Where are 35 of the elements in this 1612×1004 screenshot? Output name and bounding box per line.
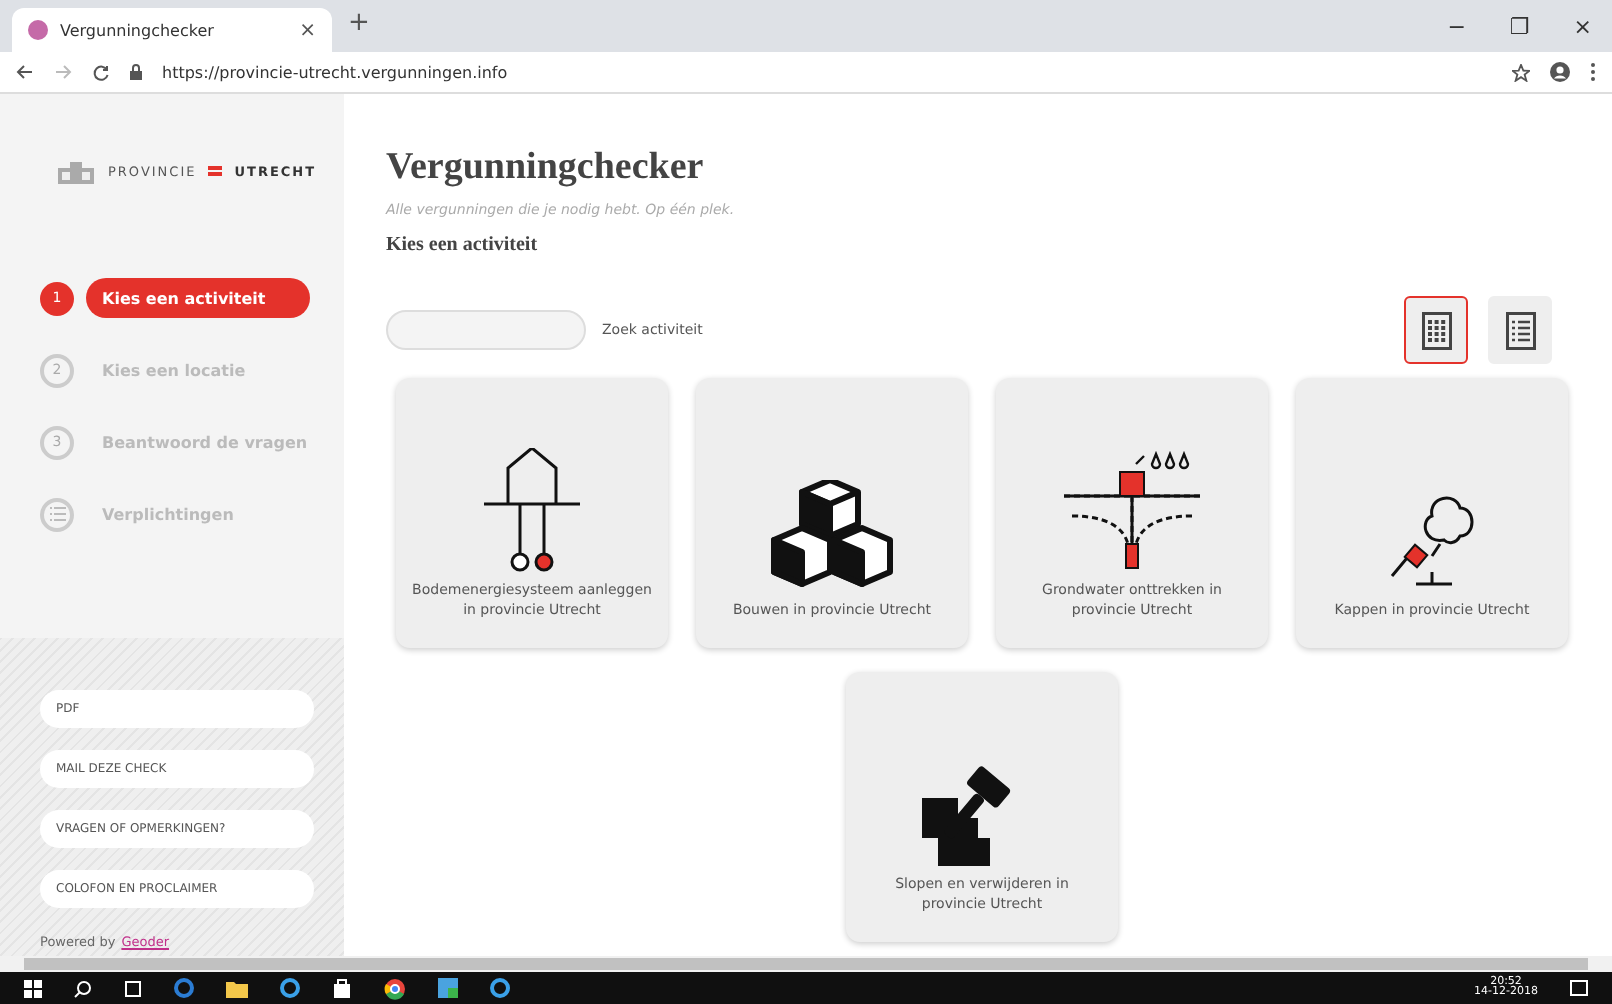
back-arrow-icon[interactable] (16, 64, 34, 80)
favicon-icon (28, 20, 48, 40)
list-view-button[interactable] (1488, 296, 1552, 364)
window-control[interactable]: − (1447, 13, 1466, 39)
windows-start-icon[interactable] (24, 979, 42, 997)
cubes-icon (770, 479, 894, 592)
window-control[interactable]: × (1573, 13, 1592, 39)
tab-close-button[interactable]: × (299, 19, 316, 41)
task-view-icon[interactable] (124, 979, 142, 997)
window-control[interactable]: ❐ (1509, 13, 1530, 39)
browser-tab[interactable]: Vergunningchecker × (12, 8, 332, 52)
star-icon[interactable] (1512, 63, 1530, 81)
logo-flag-icon (208, 166, 223, 178)
search-field[interactable] (386, 310, 586, 350)
search-icon[interactable] (74, 979, 92, 997)
notification-icon[interactable] (1570, 979, 1588, 997)
menu-icon[interactable] (1590, 62, 1596, 82)
profile-icon[interactable] (1550, 62, 1570, 82)
lock-icon (130, 64, 142, 80)
section-heading: Kies een activiteit (386, 234, 540, 256)
list-icon (1505, 311, 1535, 349)
reload-icon[interactable] (92, 63, 110, 81)
folder-icon[interactable] (226, 979, 248, 997)
well-pump-icon (1060, 447, 1204, 572)
coat-of-arms-icon (56, 161, 96, 183)
grid-view-button[interactable] (1404, 296, 1468, 364)
url-field[interactable]: https://provincie-utrecht.vergunningen.info (162, 63, 1492, 81)
tab-title: Vergunningchecker (60, 21, 216, 39)
new-tab-button[interactable]: + (348, 8, 370, 38)
grid-icon (1421, 311, 1451, 349)
page-title: Vergunningchecker (386, 146, 706, 190)
step-button[interactable]: Kies een activiteit (86, 278, 310, 318)
chrome-icon[interactable] (384, 977, 406, 999)
store-bag-icon[interactable] (332, 978, 352, 998)
scrollbar-thumb[interactable] (24, 958, 1588, 970)
